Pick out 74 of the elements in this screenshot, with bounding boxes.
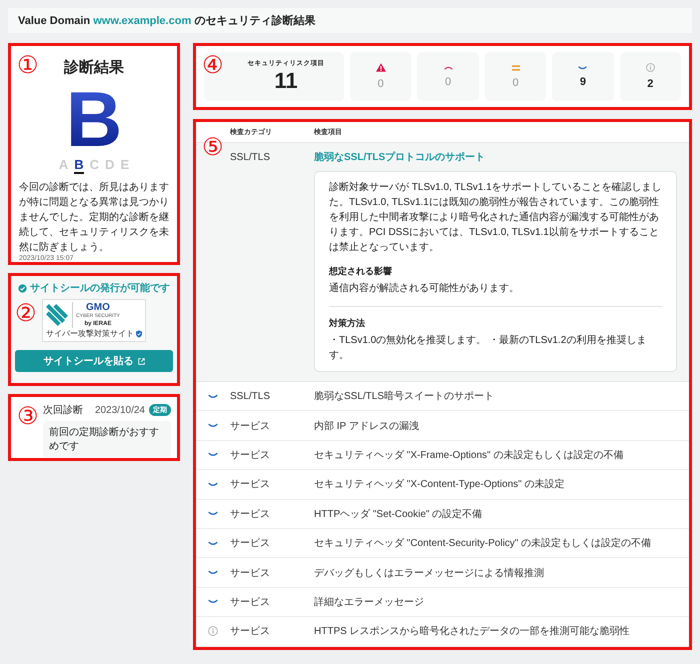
stripes-logo-icon <box>46 304 68 326</box>
finding-title: 脆弱なSSL/TLS暗号スイートのサポート <box>314 390 496 404</box>
paste-seal-button[interactable]: サイトシールを貼る <box>15 350 173 372</box>
chevron-down-icon <box>208 599 218 604</box>
chevron-down-icon <box>208 423 218 428</box>
stat-count: 0 <box>445 76 452 88</box>
seal-caption: サイバー攻撃対策サイト <box>46 328 134 339</box>
finding-row[interactable]: サービス セキュリティヘッダ "X-Content-Type-Options" の未設定 <box>196 470 689 500</box>
annotation-number: ③ <box>17 403 39 429</box>
stat-count: 0 <box>378 78 384 90</box>
chevron-down-icon <box>208 570 218 576</box>
chevron-down-icon <box>208 394 218 399</box>
chevron-down-icon <box>578 66 588 70</box>
chevron-down-icon <box>208 540 218 546</box>
remedy-text: ・TLSv1.0の無効化を推奨します。 ・最新のTLSv1.2の利用を推奨します。 <box>329 334 648 363</box>
result-title: 診断結果 <box>64 58 124 77</box>
check-icon <box>18 284 27 292</box>
category-cell-text: サービス <box>230 596 271 609</box>
category-cell-text: サービス <box>230 508 271 521</box>
stat-count: 2 <box>647 78 654 90</box>
annotation-number: ② <box>15 300 37 326</box>
category-cell-text: サービス <box>230 537 271 550</box>
finding-title: 内部 IP アドレスの漏洩 <box>314 420 420 433</box>
chevron-down-icon <box>208 452 218 458</box>
page-title: Value Domain www.example.com のセキュリティ診断結果 <box>18 14 316 28</box>
finding-row[interactable]: サービス 内部 IP アドレスの漏洩 <box>196 411 689 441</box>
annotation-number: ④ <box>202 52 224 78</box>
finding-title: 詳細なエラーメッセージ <box>314 596 425 609</box>
finding-title: HTTPヘッダ "Set-Cookie" の設定不備 <box>314 508 484 521</box>
chevron-down-icon <box>208 511 218 516</box>
annotation-number: ⑤ <box>202 134 224 160</box>
finding-row[interactable]: サービス HTTPヘッダ "Set-Cookie" の設定不備 <box>196 500 689 529</box>
finding-title: セキュリティヘッダ "Content-Security-Policy" の未設定もしくは設定の不備 <box>314 536 652 550</box>
finding-row[interactable]: サービス セキュリティヘッダ "Content-Security-Policy" の未設定もしくは設定の不備 <box>196 528 689 558</box>
chevron-down-icon <box>208 482 218 487</box>
section-heading: 対策方法 <box>329 317 366 330</box>
category-cell-text: SSL/TLS <box>230 152 272 162</box>
info-icon <box>646 63 655 72</box>
stat-count: 11 <box>274 68 298 94</box>
annotation-number: ① <box>17 52 39 78</box>
equals-icon <box>512 64 520 70</box>
external-link-icon <box>138 358 144 364</box>
seal-notice: サイトシールの発行が可能です <box>30 282 170 295</box>
info-icon <box>208 626 218 636</box>
stat-count: 9 <box>580 76 586 88</box>
shield-check-icon <box>136 330 142 338</box>
finding-row[interactable]: サービス 詳細なエラーメッセージ <box>196 588 689 618</box>
finding-row[interactable]: サービス HTTPS レスポンスから暗号化されたデータの一部を推測可能な脆弱性 <box>196 617 689 647</box>
category-cell-text: SSL/TLS <box>230 390 272 402</box>
warning-icon <box>376 63 386 72</box>
category-cell-text: サービス <box>230 566 271 580</box>
section-heading: 想定される影響 <box>329 265 393 278</box>
finding-row[interactable]: サービス セキュリティヘッダ "X-Frame-Options" の未設定もしくは設定の不備 <box>196 440 689 470</box>
grade-scale-letter: B <box>74 157 84 174</box>
impact-text: 通信内容が解読される可能性があります。 <box>329 282 520 296</box>
category-cell-text: サービス <box>230 448 271 462</box>
finding-title: 脆弱なSSL/TLSプロトコルのサポート <box>314 150 486 164</box>
next-scan-title: 次回診断 <box>43 404 83 417</box>
finding-row[interactable]: SSL/TLS 脆弱なSSL/TLS暗号スイートのサポート <box>196 382 689 412</box>
next-scan-date: 2023/10/24 <box>94 404 145 416</box>
result-message: 今回の診断では、所見はありますが特に問題となる異常は見つかりませんでした。定期的な診断を継続して、セキュリティリスクを未然に防ぎましょう。 <box>19 180 169 254</box>
caret-up-icon <box>444 66 453 70</box>
finding-title: HTTPS レスポンスから暗号化されたデータの一部を推測可能な脆弱性 <box>314 624 631 638</box>
finding-title: デバッグもしくはエラーメッセージによる情報推測 <box>314 566 545 580</box>
category-cell-text: サービス <box>230 625 271 638</box>
seal-brand: GMO <box>86 302 110 313</box>
finding-description: 診断対象サーバが TLSv1.0, TLSv1.1をサポートしていることを確認しました。TLSv1.0, TLSv1.1には既知の脆弱性が報告されています。この脆弱性を利用した中間者攻撃により暗号化された通信内容が漏洩する可能性があります。PCI DSSにおいては、TLSv1.0, TLSv1.1以前をサポートすることは禁止となっています。 <box>329 180 662 255</box>
category-cell-text: サービス <box>230 420 271 433</box>
stat-count: 0 <box>512 76 519 88</box>
next-scan-message: 前回の定期診断がおすすめです <box>43 421 171 457</box>
category-cell-text: サービス <box>230 478 271 492</box>
finding-title: セキュリティヘッダ "X-Content-Type-Options" の未設定 <box>314 478 566 492</box>
finding-row[interactable]: サービス デバッグもしくはエラーメッセージによる情報推測 <box>196 558 689 588</box>
finding-title: セキュリティヘッダ "X-Frame-Options" の未設定もしくは設定の不備 <box>314 448 624 462</box>
